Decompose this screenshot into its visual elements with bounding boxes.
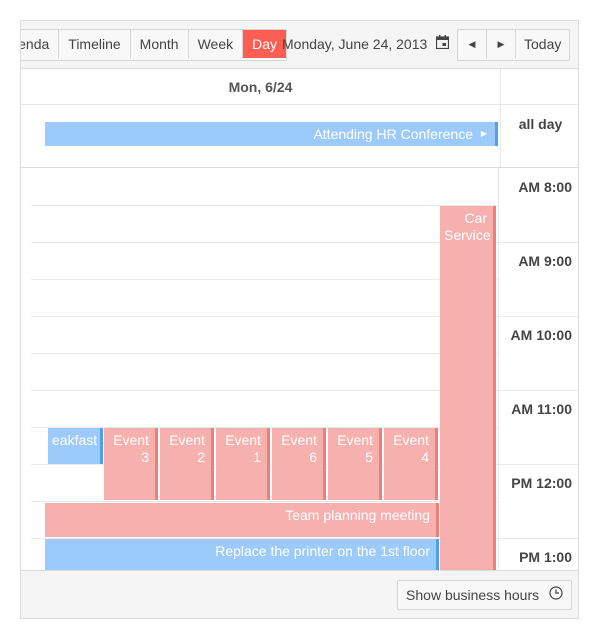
event-title: Event 2 xyxy=(169,432,205,465)
all-day-event[interactable]: Attending HR Conference ▶ xyxy=(45,122,498,146)
slot-divider xyxy=(31,242,498,243)
event-breakfast[interactable]: eakfast with xyxy=(48,428,103,464)
event-car-service[interactable]: Car Service xyxy=(440,206,496,572)
event-4[interactable]: Event 4 xyxy=(384,428,438,500)
event-title: eakfast with xyxy=(52,432,100,448)
scheduler-footer: Show business hours xyxy=(21,570,578,618)
time-label: AM 8:00 xyxy=(518,179,572,195)
view-agenda-button[interactable]: Agenda xyxy=(21,30,60,58)
view-timeline-button[interactable]: Timeline xyxy=(59,30,131,58)
event-5[interactable]: Event 5 xyxy=(328,428,382,500)
today-button[interactable]: Today xyxy=(516,30,569,58)
event-6[interactable]: Event 6 xyxy=(272,428,326,500)
event-title: Event 1 xyxy=(225,432,261,465)
hour-divider xyxy=(499,390,578,391)
hour-divider xyxy=(499,538,578,539)
triangle-left-icon: ◀ xyxy=(468,39,476,49)
all-day-label: all day xyxy=(518,116,563,132)
time-grid: AM 8:00 AM 9:00 AM 10:00 AM 11:00 PM 12:… xyxy=(21,168,578,572)
scheduler-toolbar: Agenda Timeline Month Week Day Monday, J… xyxy=(21,21,578,69)
date-navigation: ◀ ▶ Today xyxy=(457,29,571,61)
event-title: Event 5 xyxy=(337,432,373,465)
show-business-hours-button[interactable]: Show business hours xyxy=(397,580,572,610)
event-3[interactable]: Event 3 xyxy=(104,428,158,500)
current-date-text: Monday, June 24, 2013 xyxy=(282,36,428,52)
event-title: Event 4 xyxy=(393,432,429,465)
event-title: Replace the printer on the 1st floor xyxy=(215,543,430,559)
previous-button[interactable]: ◀ xyxy=(458,30,487,58)
event-replace-printer[interactable]: Replace the printer on the 1st floor xyxy=(45,539,439,572)
view-month-button[interactable]: Month xyxy=(131,30,189,58)
slot-divider xyxy=(31,205,498,206)
clock-icon xyxy=(549,581,563,609)
slot-divider xyxy=(31,390,498,391)
day-column-header: Mon, 6/24 xyxy=(21,69,501,105)
event-title: Event 6 xyxy=(281,432,317,465)
time-label: PM 1:00 xyxy=(519,549,572,565)
view-switcher: Agenda Timeline Month Week Day xyxy=(21,29,288,61)
slot-divider xyxy=(31,279,498,280)
event-1[interactable]: Event 1 xyxy=(216,428,270,500)
event-team-planning[interactable]: Team planning meeting xyxy=(45,503,439,537)
next-button[interactable]: ▶ xyxy=(487,30,516,58)
current-date-picker[interactable]: Monday, June 24, 2013 xyxy=(282,29,450,59)
slot-divider xyxy=(31,353,498,354)
hour-divider xyxy=(499,242,578,243)
time-label: AM 9:00 xyxy=(518,253,572,269)
view-week-button[interactable]: Week xyxy=(189,30,244,58)
hour-divider xyxy=(499,464,578,465)
time-labels-column: AM 8:00 AM 9:00 AM 10:00 AM 11:00 PM 12:… xyxy=(499,168,578,572)
event-title: Team planning meeting xyxy=(285,507,430,523)
slot-divider xyxy=(31,316,498,317)
header-corner xyxy=(501,69,578,105)
calendar-icon xyxy=(436,29,450,59)
event-2[interactable]: Event 2 xyxy=(160,428,214,500)
all-day-event-title: Attending HR Conference xyxy=(313,126,473,142)
scheduler: Agenda Timeline Month Week Day Monday, J… xyxy=(20,20,579,619)
time-label: AM 10:00 xyxy=(510,327,572,343)
time-label: AM 11:00 xyxy=(511,401,572,417)
view-day-button[interactable]: Day xyxy=(243,30,287,58)
time-label: PM 12:00 xyxy=(511,475,572,491)
triangle-right-icon: ▶ xyxy=(497,39,505,49)
event-title: Event 3 xyxy=(113,432,149,465)
hour-divider xyxy=(499,316,578,317)
caret-right-icon: ▶ xyxy=(480,129,487,138)
event-title: Car Service xyxy=(444,210,491,243)
business-hours-label: Show business hours xyxy=(406,587,540,603)
slot-divider xyxy=(31,501,498,502)
